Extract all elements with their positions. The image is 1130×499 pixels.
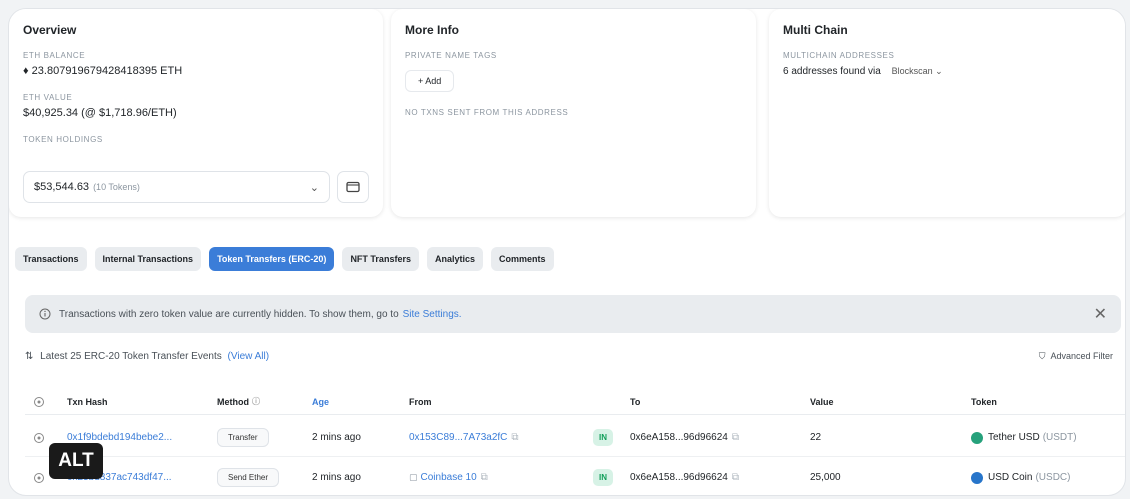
header-age[interactable]: Age [312,389,329,414]
table-row: 0x1f9bdebd194bebe2... Transfer 2 mins ag… [25,419,1125,457]
value-text: 22 [810,432,822,443]
header-value: Value [810,396,834,407]
token-symbol: (USDC) [1035,472,1071,483]
eth-balance-label: ETH BALANCE [23,51,86,60]
latest-events-summary: ⇅ Latest 25 ERC-20 Token Transfer Events… [25,351,269,362]
wallet-button[interactable] [337,171,369,203]
wallet-icon [346,181,360,193]
direction-badge: IN [593,429,613,446]
info-icon [39,308,51,320]
close-icon[interactable]: ✕ [1094,304,1107,324]
multi-chain-title: Multi Chain [783,23,848,37]
eye-icon[interactable] [33,389,45,414]
overview-card: Overview ETH BALANCE ♦ 23.80791967942841… [9,9,383,217]
to-address: 0x6eA158...96d96624 [630,472,728,483]
row-eye-icon[interactable] [33,419,45,456]
token-holdings-count: (10 Tokens) [93,182,140,192]
multichain-addresses-label: MULTICHAIN ADDRESSES [783,51,895,60]
copy-icon[interactable]: ⧉ [732,432,739,443]
multichain-addresses-text: 6 addresses found via [783,66,881,77]
blockscan-dropdown[interactable]: Blockscan ⌄ [892,66,943,76]
filter-icon: ⛉ [1038,351,1046,361]
address-tabs: Transactions Internal Transactions Token… [15,247,554,271]
header-txn-hash: Txn Hash [67,396,108,407]
copy-icon[interactable]: ⧉ [511,432,518,443]
age-text: 2 mins ago [312,472,361,483]
usdc-icon [971,471,983,484]
method-badge: Transfer [217,428,269,447]
tab-token-transfers[interactable]: Token Transfers (ERC-20) [209,247,335,271]
table-header: Txn Hash Method ⓘ Age From To Value Toke… [25,389,1125,415]
sort-icon: ⇅ [25,351,34,362]
more-info-card: More Info PRIVATE NAME TAGS + Add NO TXN… [391,9,756,217]
row-eye-icon[interactable] [33,459,45,495]
header-method-label: Method [217,396,249,407]
token-symbol: (USDT) [1042,432,1077,443]
no-txns-text: NO TXNS SENT FROM THIS ADDRESS [405,108,569,117]
tab-internal-transactions[interactable]: Internal Transactions [94,247,202,271]
overview-title: Overview [23,23,77,37]
eth-value-value: $40,925.34 (@ $1,718.96/ETH) [23,107,177,119]
direction-badge: IN [593,469,613,486]
tab-transactions[interactable]: Transactions [15,247,87,271]
tether-icon [971,431,983,444]
age-text: 2 mins ago [312,432,361,443]
alt-text-badge[interactable]: ALT [49,443,103,479]
value-text: 25,000 [810,472,841,483]
eth-balance-value: ♦ 23.807919679428418395 ETH [23,65,183,77]
latest-events-text: Latest 25 ERC-20 Token Transfer Events [40,351,222,362]
copy-icon[interactable]: ⧉ [481,472,488,483]
info-icon: ⓘ [252,397,260,406]
advanced-filter-label: Advanced Filter [1050,351,1113,361]
more-info-title: More Info [405,23,459,37]
token-name-link[interactable]: Tether USD [988,432,1040,443]
tab-nft-transfers[interactable]: NFT Transfers [342,247,419,271]
method-badge: Send Ether [217,468,280,487]
alert-text: Transactions with zero token value are c… [59,308,399,320]
header-method: Method ⓘ [217,389,260,414]
copy-icon[interactable]: ⧉ [732,472,739,483]
site-settings-link[interactable]: Site Settings. [403,309,462,320]
token-holdings-label: TOKEN HOLDINGS [23,135,103,144]
header-token: Token [971,396,997,407]
header-from: From [409,396,432,407]
token-holdings-dropdown[interactable]: $53,544.63 (10 Tokens) ⌄ [23,171,330,203]
advanced-filter-button[interactable]: ⛉ Advanced Filter [1039,351,1113,362]
tab-analytics[interactable]: Analytics [426,247,483,271]
token-holdings-amount: $53,544.63 [34,181,90,193]
eth-value-label: ETH VALUE [23,93,73,102]
chevron-down-icon: ⌄ [309,181,319,194]
to-address: 0x6eA158...96d96624 [630,432,728,443]
exchange-icon: ▢ [409,472,418,482]
private-name-tags-label: PRIVATE NAME TAGS [405,51,497,60]
token-name-link[interactable]: USD Coin [988,472,1032,483]
zero-value-alert: Transactions with zero token value are c… [25,295,1121,333]
add-tag-button[interactable]: + Add [405,70,455,92]
view-all-link[interactable]: (View All) [228,351,270,362]
tab-comments[interactable]: Comments [491,247,554,271]
table-row: 0x25bd837ac743df47... Send Ether 2 mins … [25,459,1125,495]
screenshot-frame: Overview ETH BALANCE ♦ 23.80791967942841… [8,8,1126,496]
from-address-link[interactable]: 0x153C89...7A73a2fC [409,432,507,443]
header-to: To [630,396,641,407]
multi-chain-card: Multi Chain MULTICHAIN ADDRESSES 6 addre… [769,9,1125,217]
from-address-link[interactable]: Coinbase 10 [421,472,477,483]
